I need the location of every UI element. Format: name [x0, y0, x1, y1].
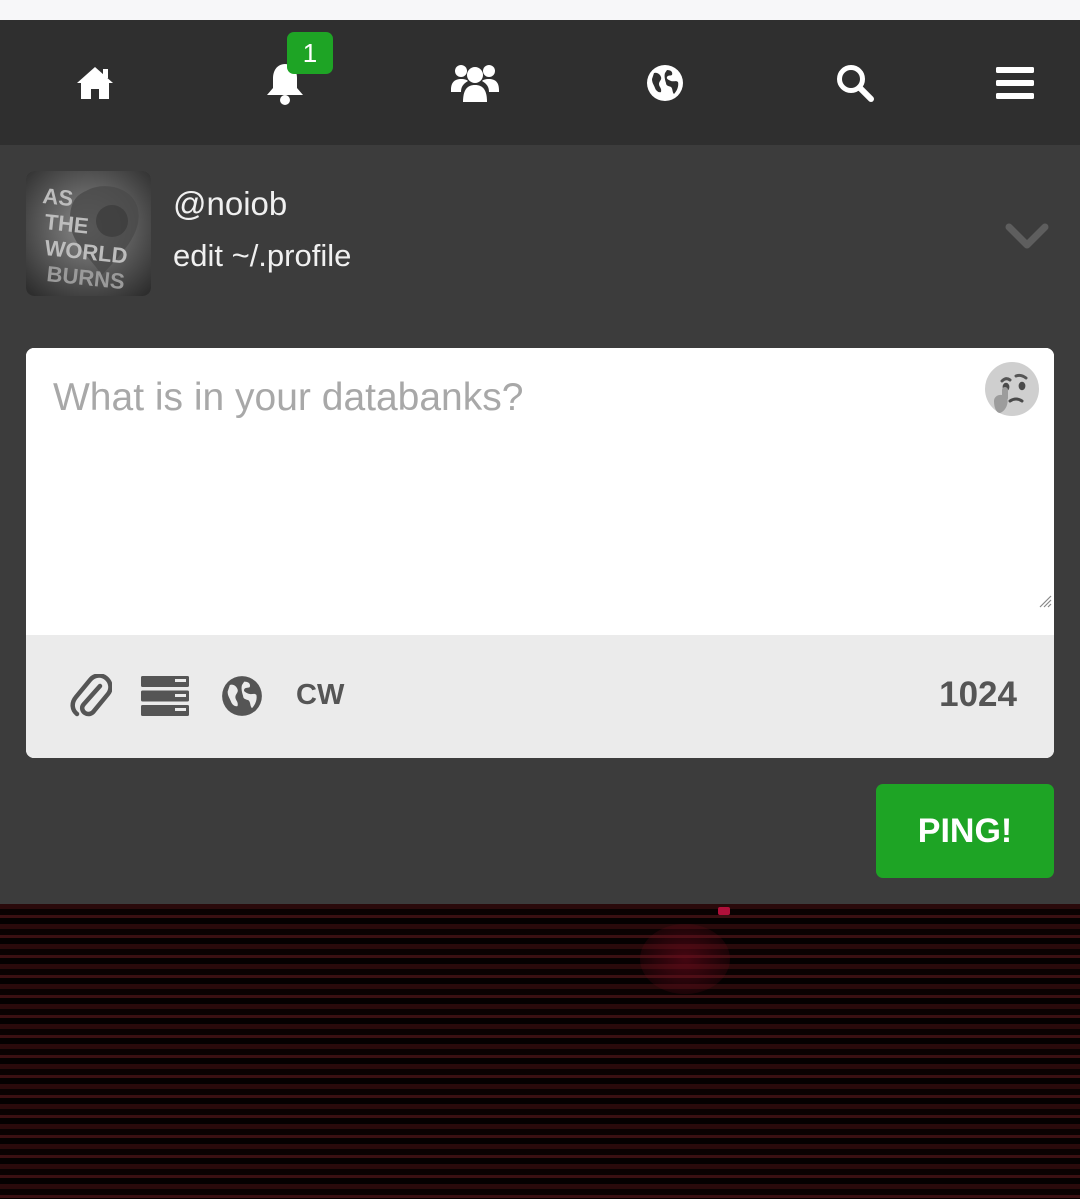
status-strip: [0, 0, 1080, 20]
resize-grip-icon[interactable]: [1038, 594, 1052, 608]
banner-highlight: [718, 907, 730, 915]
globe-icon: [647, 64, 683, 101]
profile-handle[interactable]: @noiob: [173, 185, 287, 223]
edit-profile-link[interactable]: edit ~/.profile: [173, 238, 351, 274]
paperclip-icon: [70, 674, 112, 717]
nav-menu[interactable]: [965, 20, 1065, 145]
svg-text:THE: THE: [43, 209, 89, 238]
search-icon: [837, 64, 874, 102]
layout-icon: [141, 676, 189, 716]
post-composer: CW 1024: [26, 348, 1054, 758]
content-warning-toggle[interactable]: CW: [296, 679, 344, 712]
globe-icon: [222, 676, 262, 716]
attach-file-button[interactable]: [68, 673, 114, 719]
nav-groups[interactable]: [425, 20, 525, 145]
home-icon: [77, 66, 113, 99]
chevron-down-icon: [1005, 223, 1049, 249]
banner-glow: [640, 924, 730, 994]
layout-toggle-button[interactable]: [140, 673, 190, 719]
nav-search[interactable]: [805, 20, 905, 145]
ping-submit-button[interactable]: PING!: [876, 784, 1054, 878]
nav-home[interactable]: [45, 20, 145, 145]
compose-panel: AS THE WORLD BURNS @noiob edit ~/.profil…: [0, 145, 1080, 904]
hamburger-menu-icon: [996, 66, 1034, 99]
svg-text:AS: AS: [41, 183, 74, 211]
profile-banner-image: [0, 904, 1080, 1199]
character-counter: 1024: [939, 675, 1017, 714]
notification-count-badge[interactable]: 1: [287, 32, 333, 74]
nav-network[interactable]: [615, 20, 715, 145]
thinking-face-icon: [985, 362, 1039, 416]
post-textarea[interactable]: [26, 348, 1054, 635]
top-navbar: 1: [0, 20, 1080, 145]
composer-toolbar: CW 1024: [26, 635, 1054, 758]
users-icon: [451, 64, 499, 102]
avatar[interactable]: AS THE WORLD BURNS: [26, 171, 151, 296]
profile-dropdown-toggle[interactable]: [1005, 219, 1049, 255]
visibility-button[interactable]: [219, 673, 265, 719]
emoji-picker-button[interactable]: [984, 361, 1040, 417]
avatar-image: AS THE WORLD BURNS: [26, 171, 151, 296]
